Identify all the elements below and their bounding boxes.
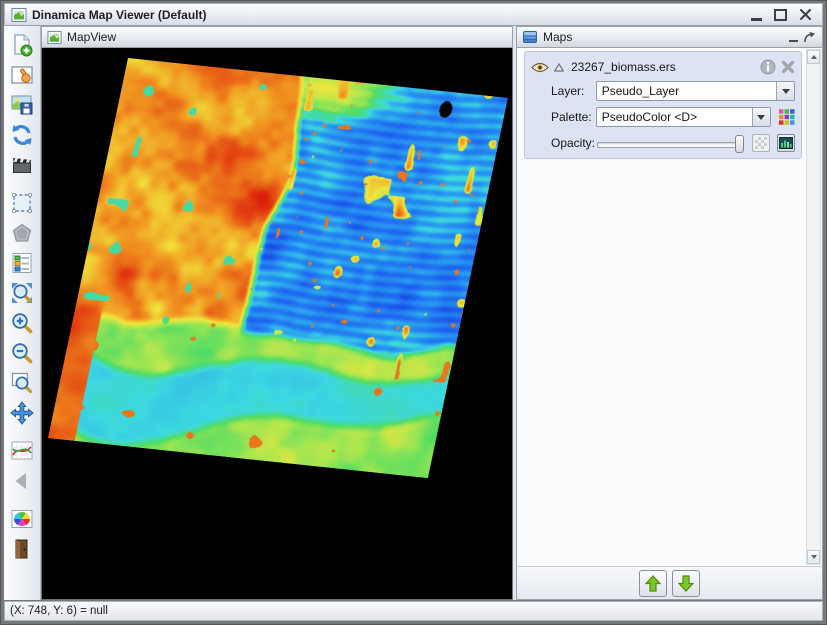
zoom-window-icon <box>10 371 34 395</box>
app-window: Dinamica Map Viewer (Default) <box>0 0 827 625</box>
mapview-title: MapView <box>67 30 116 44</box>
move-layer-down-button[interactable] <box>672 570 700 597</box>
polygon-tool-icon <box>10 221 34 245</box>
green-up-arrow-icon <box>645 575 661 592</box>
layer-select[interactable]: Pseudo_Layer <box>596 81 795 101</box>
map-canvas-area[interactable] <box>41 48 513 600</box>
layers-icon <box>522 30 538 44</box>
layer-select-value: Pseudo_Layer <box>597 82 776 100</box>
mapview-header[interactable]: MapView <box>41 26 513 48</box>
info-icon[interactable] <box>760 59 776 75</box>
color-palette-icon <box>10 507 34 531</box>
minimize-panel-icon[interactable] <box>785 29 801 45</box>
layer-filename: 23267_biomass.ers <box>571 60 755 74</box>
scroll-up-button[interactable] <box>807 50 820 64</box>
float-panel-icon[interactable] <box>801 29 817 45</box>
back-icon <box>10 469 34 493</box>
layer-select-dropdown[interactable] <box>776 82 794 100</box>
app-map-icon <box>11 7 27 23</box>
move-layer-up-button[interactable] <box>639 570 667 597</box>
layer-label: Layer: <box>551 84 596 98</box>
biomass-raster[interactable] <box>48 58 508 478</box>
opacity-label: Opacity: <box>551 136 597 150</box>
chart-button[interactable] <box>7 436 37 465</box>
palette-label: Palette: <box>551 110 596 124</box>
transparency-button <box>752 134 770 152</box>
status-bar: (X: 748, Y: 6) = null <box>4 601 823 621</box>
maps-panel-title: Maps <box>543 30 572 44</box>
histogram-button[interactable] <box>777 134 795 152</box>
close-icon[interactable] <box>799 9 812 20</box>
zoom-full-extent-button[interactable] <box>7 278 37 307</box>
pan-button[interactable] <box>7 398 37 427</box>
green-down-arrow-icon <box>678 575 694 592</box>
histogram-image-icon <box>779 137 793 149</box>
main-area: MapView Maps <box>4 26 823 600</box>
new-map-button[interactable] <box>7 30 37 59</box>
chevron-down-icon <box>757 115 765 120</box>
maps-panel: Maps <box>516 26 823 600</box>
cursor-coordinates: (X: 748, Y: 6) = null <box>10 605 108 617</box>
legend-icon <box>10 251 34 275</box>
save-map-image-button[interactable] <box>7 90 37 119</box>
zoom-in-button[interactable] <box>7 308 37 337</box>
mapview-panel: MapView <box>41 26 513 600</box>
eye-icon[interactable] <box>531 62 549 73</box>
zoom-out-icon <box>10 341 34 365</box>
triangle-up-icon[interactable] <box>554 63 564 72</box>
save-map-image-icon <box>10 93 34 117</box>
window-title: Dinamica Map Viewer (Default) <box>32 8 751 22</box>
animation-button[interactable] <box>7 150 37 179</box>
zoom-window-button[interactable] <box>7 368 37 397</box>
edit-map-button[interactable] <box>7 60 37 89</box>
zoom-full-extent-icon <box>10 281 34 305</box>
maps-scrollbar[interactable] <box>806 49 821 565</box>
select-region-icon <box>10 191 34 215</box>
maps-panel-footer <box>516 566 823 600</box>
palette-select-dropdown[interactable] <box>752 108 770 126</box>
map-thumbnail-icon <box>47 30 62 45</box>
exit-icon <box>10 537 34 561</box>
color-palette-button[interactable] <box>7 504 37 533</box>
chevron-down-icon <box>782 89 790 94</box>
title-bar[interactable]: Dinamica Map Viewer (Default) <box>4 3 823 26</box>
zoom-out-button[interactable] <box>7 338 37 367</box>
refresh-icon <box>10 123 34 147</box>
edit-map-icon <box>10 63 34 87</box>
layer-card: 23267_biomass.ers Layer: P <box>524 51 802 159</box>
close-x-icon[interactable] <box>781 60 795 74</box>
refresh-button[interactable] <box>7 120 37 149</box>
polygon-tool-button[interactable] <box>7 218 37 247</box>
animation-icon <box>10 153 34 177</box>
maps-panel-content: 23267_biomass.ers Layer: P <box>516 48 823 566</box>
zoom-in-icon <box>10 311 34 335</box>
scroll-down-icon <box>811 555 817 559</box>
select-region-button[interactable] <box>7 188 37 217</box>
checkerboard-icon <box>755 137 767 149</box>
pan-icon <box>10 401 34 425</box>
minimize-icon[interactable] <box>751 9 762 21</box>
palette-select-value: PseudoColor <D> <box>597 108 752 126</box>
palette-select[interactable]: PseudoColor <D> <box>596 107 771 127</box>
palette-grid-icon[interactable] <box>778 108 796 126</box>
chart-icon <box>10 439 34 463</box>
maps-panel-header[interactable]: Maps <box>516 26 823 48</box>
left-toolbar <box>4 26 41 600</box>
back-button[interactable] <box>7 466 37 495</box>
new-map-icon <box>10 33 34 57</box>
exit-button[interactable] <box>7 534 37 563</box>
scroll-down-button[interactable] <box>807 550 820 564</box>
scroll-up-icon <box>811 55 817 59</box>
legend-button[interactable] <box>7 248 37 277</box>
opacity-slider-track[interactable] <box>597 142 744 148</box>
opacity-slider[interactable] <box>597 135 744 153</box>
opacity-slider-thumb[interactable] <box>735 135 744 153</box>
maximize-icon[interactable] <box>774 9 787 21</box>
